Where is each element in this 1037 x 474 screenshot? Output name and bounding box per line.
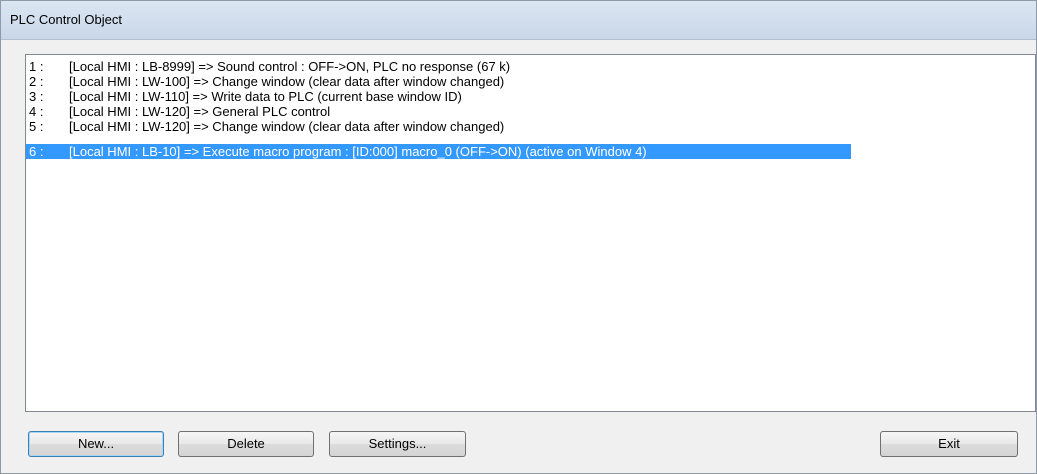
settings-button[interactable]: Settings...	[329, 431, 466, 457]
list-item-text: [Local HMI : LW-100] => Change window (c…	[69, 74, 505, 89]
list-item-number: 4 :	[29, 104, 44, 119]
list-item-number: 6 :	[29, 144, 44, 159]
list-item-text: [Local HMI : LB-10] => Execute macro pro…	[69, 144, 647, 159]
list-item-text: [Local HMI : LW-110] => Write data to PL…	[69, 89, 462, 104]
list-item-text: [Local HMI : LW-120] => Change window (c…	[69, 119, 505, 134]
list-item-number: 2 :	[29, 74, 44, 89]
new-button[interactable]: New...	[28, 431, 164, 457]
list-item-6-selected[interactable]: 6 : [Local HMI : LB-10] => Execute macro…	[26, 144, 851, 159]
plc-control-list[interactable]: 1 : [Local HMI : LB-8999] => Sound contr…	[25, 54, 1036, 412]
title-bar: PLC Control Object	[1, 1, 1036, 40]
plc-control-object-dialog: PLC Control Object 1 : [Local HMI : LB-8…	[0, 0, 1037, 474]
list-item-text: [Local HMI : LW-120] => General PLC cont…	[69, 104, 331, 119]
list-item-number: 5 :	[29, 119, 44, 134]
delete-button[interactable]: Delete	[178, 431, 314, 457]
list-item-number: 3 :	[29, 89, 44, 104]
list-item-number: 1 :	[29, 59, 44, 74]
window-title: PLC Control Object	[10, 12, 122, 27]
exit-button[interactable]: Exit	[880, 431, 1018, 457]
list-item-text: [Local HMI : LB-8999] => Sound control :…	[69, 59, 511, 74]
